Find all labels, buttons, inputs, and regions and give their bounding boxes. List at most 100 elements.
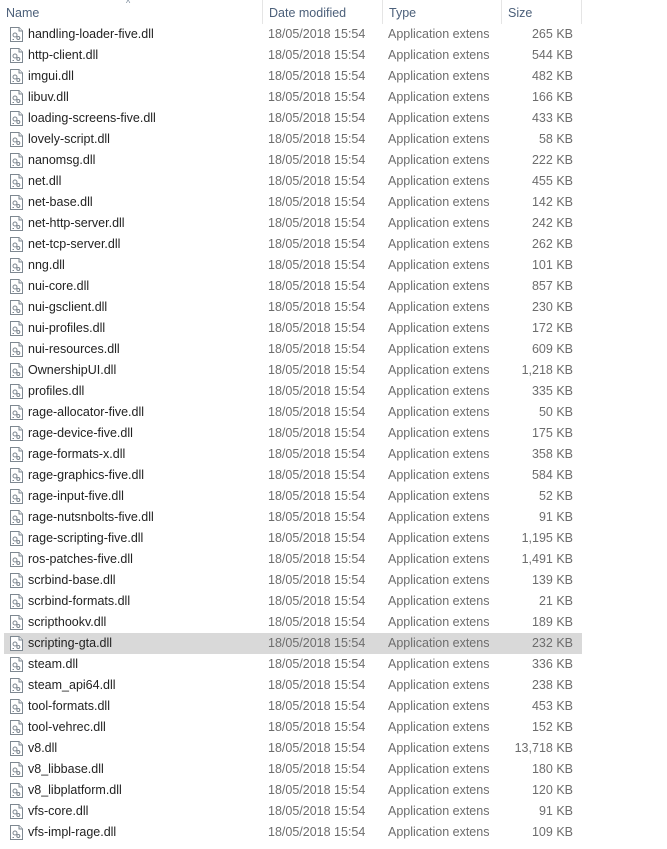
- file-type: Application extens: [388, 510, 490, 524]
- file-date-modified: 18/05/2018 15:54: [268, 426, 366, 440]
- file-type: Application extens: [388, 468, 490, 482]
- file-type: Application extens: [388, 657, 490, 671]
- dll-file-icon: [10, 363, 23, 378]
- file-row[interactable]: rage-input-five.dll 18/05/2018 15:54 Appli…: [4, 486, 582, 507]
- file-row[interactable]: rage-device-five.dll 18/05/2018 15:54 Appl…: [4, 423, 582, 444]
- file-size: 120 KB: [531, 783, 573, 797]
- column-header-date-modified[interactable]: Date modified: [263, 0, 382, 24]
- file-row[interactable]: rage-nutsnbolts-five.dll 18/05/2018 15:54…: [4, 507, 582, 528]
- file-row[interactable]: tool-vehrec.dll 18/05/2018 15:54 Applicati…: [4, 717, 582, 738]
- file-date-modified: 18/05/2018 15:54: [268, 573, 366, 587]
- file-row[interactable]: scrbind-base.dll 18/05/2018 15:54 Applicat…: [4, 570, 582, 591]
- file-row[interactable]: rage-graphics-five.dll 18/05/2018 15:54 Ap…: [4, 465, 582, 486]
- file-name: imgui.dll: [28, 69, 74, 83]
- file-row[interactable]: http-client.dll 18/05/2018 15:54 Applicati…: [4, 45, 582, 66]
- file-row[interactable]: steam_api64.dll 18/05/2018 15:54 Applicati…: [4, 675, 582, 696]
- dll-file-icon: [10, 573, 23, 588]
- file-type: Application extens: [388, 447, 490, 461]
- file-row[interactable]: nui-gsclient.dll 18/05/2018 15:54 Applicat…: [4, 297, 582, 318]
- file-row[interactable]: libuv.dll 18/05/2018 15:54 Application ext…: [4, 87, 582, 108]
- file-name: net-http-server.dll: [28, 216, 125, 230]
- file-row[interactable]: ros-patches-five.dll 18/05/2018 15:54 Appl…: [4, 549, 582, 570]
- dll-file-icon: [10, 174, 23, 189]
- file-row[interactable]: net-tcp-server.dll 18/05/2018 15:54 Applic…: [4, 234, 582, 255]
- file-row[interactable]: rage-scripting-five.dll 18/05/2018 15:54 A…: [4, 528, 582, 549]
- file-size: 232 KB: [531, 636, 573, 650]
- file-row[interactable]: handling-loader-five.dll 18/05/2018 15:54…: [4, 24, 582, 45]
- file-row[interactable]: scripthookv.dll 18/05/2018 15:54 Applicati…: [4, 612, 582, 633]
- dll-file-icon: [10, 783, 23, 798]
- file-row[interactable]: rage-formats-x.dll 18/05/2018 15:54 Applic…: [4, 444, 582, 465]
- file-row[interactable]: v8.dll 18/05/2018 15:54 Application extens…: [4, 738, 582, 759]
- column-header-type-label: Type: [389, 6, 417, 20]
- file-name: vfs-core.dll: [28, 804, 89, 818]
- file-row[interactable]: v8_libplatform.dll 18/05/2018 15:54 Applic…: [4, 780, 582, 801]
- file-row[interactable]: nui-profiles.dll 18/05/2018 15:54 Applicat…: [4, 318, 582, 339]
- file-row[interactable]: vfs-impl-rage.dll 18/05/2018 15:54 Applica…: [4, 822, 582, 843]
- file-type: Application extens: [388, 720, 490, 734]
- file-row[interactable]: loading-screens-five.dll 18/05/2018 15:54…: [4, 108, 582, 129]
- file-row[interactable]: nui-core.dll 18/05/2018 15:54 Application …: [4, 276, 582, 297]
- file-size: 222 KB: [531, 153, 573, 167]
- column-header-name[interactable]: Name: [0, 0, 262, 24]
- dll-file-icon: [10, 699, 23, 714]
- file-row[interactable]: net-base.dll 18/05/2018 15:54 Application …: [4, 192, 582, 213]
- file-type: Application extens: [388, 153, 490, 167]
- file-row[interactable]: vfs-core.dll 18/05/2018 15:54 Application …: [4, 801, 582, 822]
- file-size: 584 KB: [531, 468, 573, 482]
- file-row[interactable]: imgui.dll 18/05/2018 15:54 Application ext…: [4, 66, 582, 87]
- column-divider[interactable]: [581, 0, 582, 24]
- file-name: handling-loader-five.dll: [28, 27, 154, 41]
- dll-file-icon: [10, 342, 23, 357]
- file-name: rage-scripting-five.dll: [28, 531, 144, 545]
- file-row[interactable]: lovely-script.dll 18/05/2018 15:54 Applica…: [4, 129, 582, 150]
- file-date-modified: 18/05/2018 15:54: [268, 153, 366, 167]
- file-type: Application extens: [388, 216, 490, 230]
- file-row[interactable]: scripting-gta.dll 18/05/2018 15:54 Applica…: [4, 633, 582, 654]
- file-size: 139 KB: [531, 573, 573, 587]
- file-name: nanomsg.dll: [28, 153, 96, 167]
- file-date-modified: 18/05/2018 15:54: [268, 678, 366, 692]
- file-name: rage-nutsnbolts-five.dll: [28, 510, 154, 524]
- file-row[interactable]: tool-formats.dll 18/05/2018 15:54 Applicat…: [4, 696, 582, 717]
- file-row[interactable]: nui-resources.dll 18/05/2018 15:54 Applica…: [4, 339, 582, 360]
- file-date-modified: 18/05/2018 15:54: [268, 531, 366, 545]
- file-name: rage-graphics-five.dll: [28, 468, 145, 482]
- column-header-size[interactable]: Size: [502, 0, 581, 24]
- file-name: scrbind-base.dll: [28, 573, 116, 587]
- file-name: tool-vehrec.dll: [28, 720, 106, 734]
- file-type: Application extens: [388, 48, 490, 62]
- file-name: rage-device-five.dll: [28, 426, 133, 440]
- file-date-modified: 18/05/2018 15:54: [268, 741, 366, 755]
- file-name: loading-screens-five.dll: [28, 111, 156, 125]
- file-name: libuv.dll: [28, 90, 69, 104]
- file-type: Application extens: [388, 405, 490, 419]
- dll-file-icon: [10, 405, 23, 420]
- file-type: Application extens: [388, 237, 490, 251]
- file-row[interactable]: net-http-server.dll 18/05/2018 15:54 Appli…: [4, 213, 582, 234]
- file-size: 453 KB: [531, 699, 573, 713]
- file-row[interactable]: scrbind-formats.dll 18/05/2018 15:54 Appli…: [4, 591, 582, 612]
- file-date-modified: 18/05/2018 15:54: [268, 405, 366, 419]
- file-row[interactable]: nanomsg.dll 18/05/2018 15:54 Application e…: [4, 150, 582, 171]
- file-size: 152 KB: [531, 720, 573, 734]
- file-row[interactable]: net.dll 18/05/2018 15:54 Application exten…: [4, 171, 582, 192]
- column-header-type[interactable]: Type: [383, 0, 501, 24]
- dll-file-icon: [10, 741, 23, 756]
- dll-file-icon: [10, 195, 23, 210]
- file-row[interactable]: profiles.dll 18/05/2018 15:54 Application …: [4, 381, 582, 402]
- file-type: Application extens: [388, 174, 490, 188]
- file-row[interactable]: nng.dll 18/05/2018 15:54 Application exten…: [4, 255, 582, 276]
- file-row[interactable]: v8_libbase.dll 18/05/2018 15:54 Applicatio…: [4, 759, 582, 780]
- file-type: Application extens: [388, 300, 490, 314]
- file-name: scripting-gta.dll: [28, 636, 113, 650]
- file-row[interactable]: OwnershipUI.dll 18/05/2018 15:54 Applicati…: [4, 360, 582, 381]
- file-date-modified: 18/05/2018 15:54: [268, 258, 366, 272]
- file-type: Application extens: [388, 195, 490, 209]
- file-row[interactable]: rage-allocator-five.dll 18/05/2018 15:54 A…: [4, 402, 582, 423]
- file-type: Application extens: [388, 69, 490, 83]
- file-size: 455 KB: [531, 174, 573, 188]
- file-row[interactable]: steam.dll 18/05/2018 15:54 Application ext…: [4, 654, 582, 675]
- file-name: nui-resources.dll: [28, 342, 120, 356]
- dll-file-icon: [10, 132, 23, 147]
